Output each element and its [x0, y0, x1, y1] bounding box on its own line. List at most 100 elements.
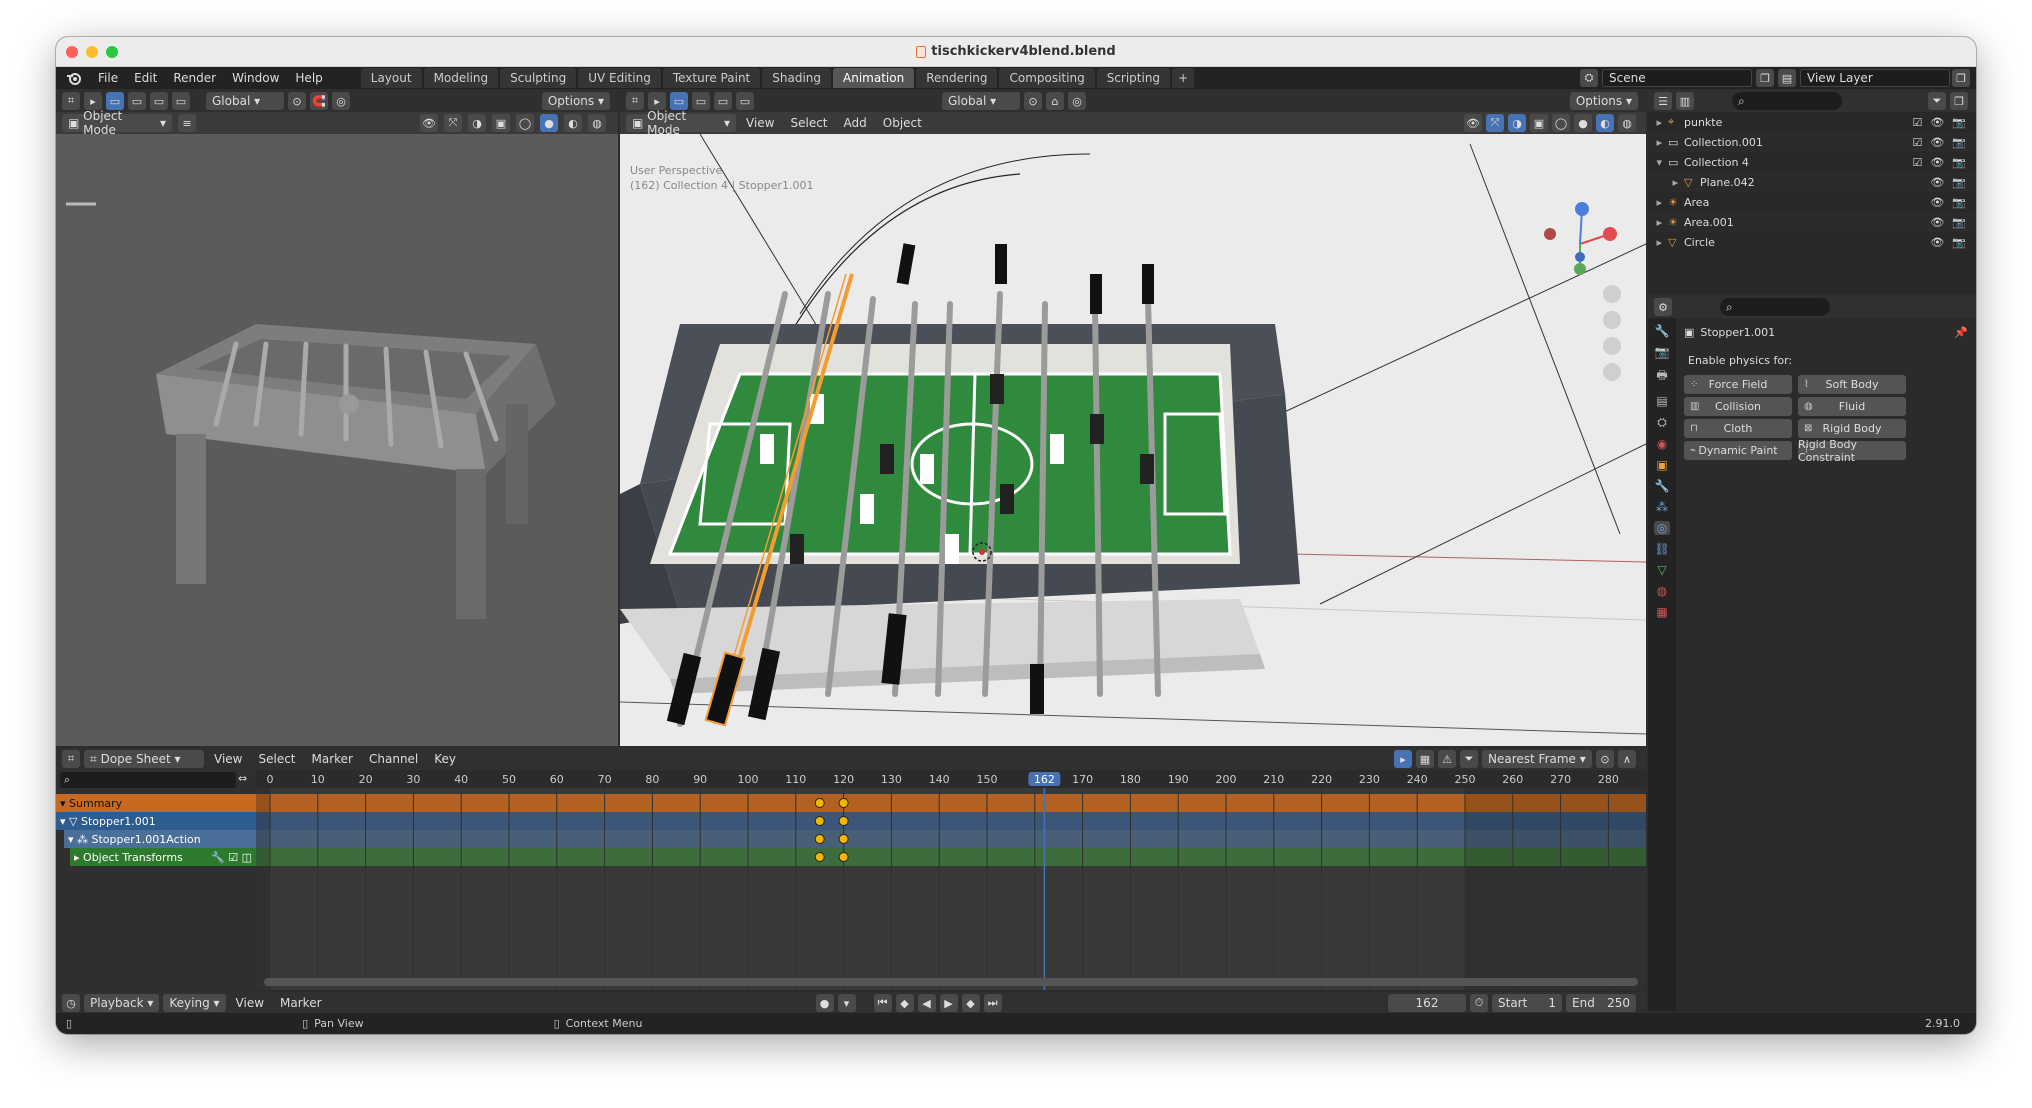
select-intersect-icon-main[interactable]: ▭ [736, 92, 754, 110]
xray-icon-main[interactable]: ▣ [1530, 114, 1548, 132]
cloth-button[interactable]: ⊓ Cloth [1684, 419, 1792, 438]
overlay-icon-main[interactable]: ◑ [1508, 114, 1526, 132]
scene-selector[interactable]: Scene [1602, 69, 1752, 87]
ds-menu-key[interactable]: Key [428, 752, 462, 766]
camera-icon[interactable]: 📷 [1952, 156, 1966, 169]
tl-menu-view[interactable]: View [230, 996, 270, 1010]
overlay-icon[interactable]: ◑ [468, 114, 486, 132]
outliner-editor-icon[interactable]: ☰ [1654, 92, 1672, 110]
camera-icon[interactable]: 📷 [1952, 236, 1966, 249]
keyframe-point[interactable] [814, 834, 825, 844]
eye-icon[interactable]: 👁 [1930, 136, 1944, 149]
hamburger-icon[interactable]: ≡ [178, 114, 196, 132]
expand-right-icon[interactable]: ▸ [1648, 236, 1668, 249]
minimize-button[interactable] [86, 46, 98, 58]
keyframe-point[interactable] [814, 852, 825, 862]
camera-icon[interactable]: 📷 [1952, 216, 1966, 229]
world-tab-icon[interactable]: ◉ [1657, 437, 1667, 451]
record-options-icon[interactable]: ▾ [837, 994, 856, 1012]
transform-orientation-dropdown[interactable]: Global ▾ [206, 92, 284, 110]
properties-search-input[interactable]: ⌕ [1720, 298, 1830, 316]
end-frame-field[interactable]: End 250 [1566, 994, 1636, 1012]
outliner-item[interactable]: ▾ ▭ Collection 4 ☑ 👁 📷 [1648, 152, 1976, 172]
outliner-item[interactable]: ▸ ⌖ punkte ☑ 👁 📷 [1648, 112, 1976, 132]
mode-dropdown-left[interactable]: ▣ Object Mode ▾ [62, 109, 172, 137]
keyframe-point[interactable] [838, 816, 849, 826]
channel-object[interactable]: ▾ ▽ Stopper1.001 [56, 812, 256, 830]
eye-icon[interactable]: 👁 [1930, 216, 1944, 229]
filter-icon[interactable]: ⏷ [1928, 92, 1946, 110]
expand-right-icon[interactable]: ▸ [1648, 116, 1668, 129]
expand-right-icon[interactable]: ▸ [1648, 136, 1668, 149]
expand-down-icon[interactable]: ▾ [1648, 156, 1668, 169]
channel-action[interactable]: ▾ ⁂ Stopper1.001Action [64, 830, 256, 848]
select-tool-icon-main[interactable]: ▸ [648, 92, 666, 110]
physics-tab-icon[interactable]: ◎ [1653, 521, 1671, 535]
tab-sculpting[interactable]: Sculpting [500, 68, 577, 88]
visibility-icon-main[interactable]: 👁 [1464, 114, 1482, 132]
editor-type-icon[interactable]: ⌗ [62, 92, 80, 110]
rigid-body-button[interactable]: ⊠ Rigid Body [1798, 419, 1906, 438]
camera-icon[interactable]: 📷 [1952, 196, 1966, 209]
eye-icon[interactable]: 👁 [1930, 196, 1944, 209]
tab-uv-editing[interactable]: UV Editing [578, 68, 661, 88]
select-extend-icon[interactable]: ▭ [128, 92, 146, 110]
ds-menu-view[interactable]: View [208, 752, 248, 766]
stopwatch-icon[interactable]: ⏱ [1470, 994, 1488, 1012]
fluid-button[interactable]: ◍ Fluid [1798, 397, 1906, 416]
horizontal-scrollbar[interactable] [264, 978, 1638, 986]
view-layer-tab-icon[interactable]: ▤ [1656, 394, 1667, 408]
filter-dopesheet-icon[interactable]: ⏷ [1460, 750, 1478, 768]
outliner-item[interactable]: ▸ ▭ Collection.001 ☑ 👁 📷 [1648, 132, 1976, 152]
tab-rendering[interactable]: Rendering [916, 68, 998, 88]
snap-mode-dropdown[interactable]: Nearest Frame ▾ [1482, 750, 1592, 768]
solid-shading-icon[interactable]: ● [540, 114, 558, 132]
ds-menu-select[interactable]: Select [252, 752, 301, 766]
eye-icon[interactable]: 👁 [1930, 176, 1944, 189]
outliner-item[interactable]: ▸ ▽ Circle 👁 📷 [1648, 232, 1976, 252]
curve-icon[interactable]: ∧ [1618, 750, 1636, 768]
record-icon[interactable]: ● [815, 994, 834, 1012]
rendered-shading-icon-main[interactable]: ◍ [1618, 114, 1636, 132]
proportional-edit-icon[interactable]: ⊙ [1596, 750, 1614, 768]
jump-end-icon[interactable]: ⏭ [983, 994, 1002, 1012]
dopesheet-editor-icon[interactable]: ⌗ [62, 750, 80, 768]
eye-icon[interactable]: 👁 [1930, 156, 1944, 169]
add-workspace-button[interactable]: + [1172, 68, 1195, 88]
menu-view-3d[interactable]: View [740, 116, 780, 130]
modifier-tab-icon[interactable]: 🔧 [1655, 479, 1670, 493]
menu-object-3d[interactable]: Object [877, 116, 928, 130]
close-button[interactable] [66, 46, 78, 58]
tl-menu-marker[interactable]: Marker [274, 996, 327, 1010]
playback-dropdown[interactable]: Playback ▾ [84, 994, 160, 1012]
camera-icon[interactable]: 📷 [1952, 176, 1966, 189]
material-shading-icon[interactable]: ◐ [564, 114, 582, 132]
show-hidden-icon[interactable]: ▦ [1416, 750, 1434, 768]
eye-icon[interactable]: 👁 [1930, 116, 1944, 129]
view-layer-icon[interactable]: ▤ [1778, 69, 1796, 87]
channel-search-input[interactable]: ⌕ [60, 772, 236, 788]
eye-icon[interactable]: 👁 [1930, 236, 1944, 249]
snap-icon[interactable]: 🧲 [310, 92, 328, 110]
only-errors-icon[interactable]: ⚠ [1438, 750, 1456, 768]
tab-scripting[interactable]: Scripting [1096, 68, 1171, 88]
menu-render[interactable]: Render [165, 71, 224, 85]
wireframe-shading-icon-main[interactable]: ◯ [1552, 114, 1570, 132]
select-mode-icon-main[interactable]: ▭ [670, 92, 688, 110]
object-tab-icon[interactable]: ▣ [1656, 458, 1667, 472]
solid-shading-icon-main[interactable]: ● [1574, 114, 1592, 132]
tab-texture-paint[interactable]: Texture Paint [662, 68, 761, 88]
gizmo-icon-main[interactable]: ⤧ [1486, 114, 1504, 132]
main-viewport[interactable]: ⌗ ▸ ▭ ▭ ▭ ▭ Global ▾ ⊙ ⌂ ◎ Options ▾ ▣ O… [620, 90, 1646, 746]
play-icon[interactable]: ▶ [939, 994, 958, 1012]
view-layer-selector[interactable]: View Layer [1800, 69, 1950, 87]
pivot-icon[interactable]: ⊙ [288, 92, 306, 110]
jump-start-icon[interactable]: ⏮ [873, 994, 892, 1012]
expand-right-icon[interactable]: ▸ [1648, 216, 1668, 229]
next-keyframe-icon[interactable]: ◆ [961, 994, 980, 1012]
menu-help[interactable]: Help [287, 71, 330, 85]
select-intersect-icon[interactable]: ▭ [172, 92, 190, 110]
rigid-body-constraint-button[interactable]: ⊺ Rigid Body Constraint [1798, 438, 1906, 464]
exclude-checkbox[interactable]: ☑ [1912, 156, 1922, 169]
swap-icon[interactable]: ⇔ [238, 772, 247, 785]
